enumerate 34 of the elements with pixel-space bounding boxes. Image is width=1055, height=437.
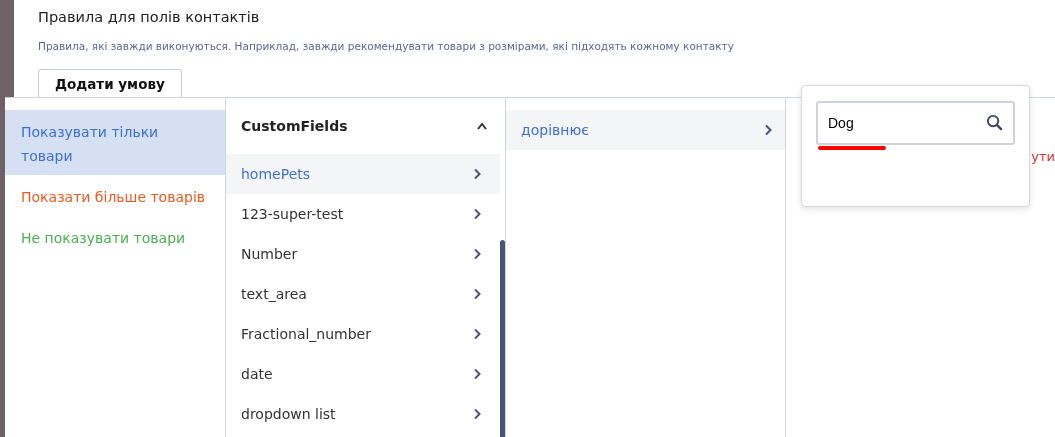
add-condition-button[interactable]: Додати умову bbox=[38, 68, 182, 98]
field-group-header[interactable]: CustomFields bbox=[226, 98, 505, 154]
field-item[interactable]: 123-super-test bbox=[226, 194, 500, 234]
field-item[interactable]: text_area bbox=[226, 274, 500, 314]
chevron-right-icon bbox=[472, 208, 482, 220]
chevron-right-icon bbox=[472, 248, 482, 260]
field-item[interactable]: Fractional_number bbox=[226, 314, 500, 354]
chevron-right-icon bbox=[472, 408, 482, 420]
field-label: date bbox=[241, 364, 273, 384]
search-icon[interactable] bbox=[986, 114, 1003, 131]
field-item[interactable]: homePets bbox=[226, 154, 500, 194]
search-field[interactable]: Dog bbox=[816, 101, 1015, 145]
field-label: homePets bbox=[241, 164, 311, 184]
field-label: Fractional_number bbox=[241, 324, 371, 344]
chevron-right-icon bbox=[472, 288, 482, 300]
operator-label: дорівнює bbox=[521, 120, 589, 140]
action-item[interactable]: Показувати тільки товари bbox=[5, 110, 225, 175]
section-title: Правила для полів контактів bbox=[38, 8, 261, 27]
field-item[interactable]: Number bbox=[226, 234, 500, 274]
scrollbar[interactable] bbox=[500, 240, 505, 437]
section-description: Правила, які завжди виконуються. Наприклад, завжди рекомендувати товари з розмірами, які підходять кожному контакту bbox=[38, 38, 735, 54]
chevron-up-icon bbox=[477, 120, 487, 132]
operator-item[interactable]: дорівнює bbox=[506, 110, 785, 150]
chevron-right-icon bbox=[763, 124, 773, 136]
field-label: Number bbox=[241, 244, 298, 264]
chevron-right-icon bbox=[472, 328, 482, 340]
field-label: 123-super-test bbox=[241, 204, 344, 224]
field-item[interactable]: date bbox=[226, 354, 500, 394]
chevron-right-icon bbox=[472, 168, 482, 180]
field-label: text_area bbox=[241, 284, 307, 304]
chevron-right-icon bbox=[472, 368, 482, 380]
field-label: dropdown list bbox=[241, 404, 336, 424]
field-item[interactable]: dropdown list bbox=[226, 394, 500, 434]
error-text: ути bbox=[1031, 149, 1055, 164]
